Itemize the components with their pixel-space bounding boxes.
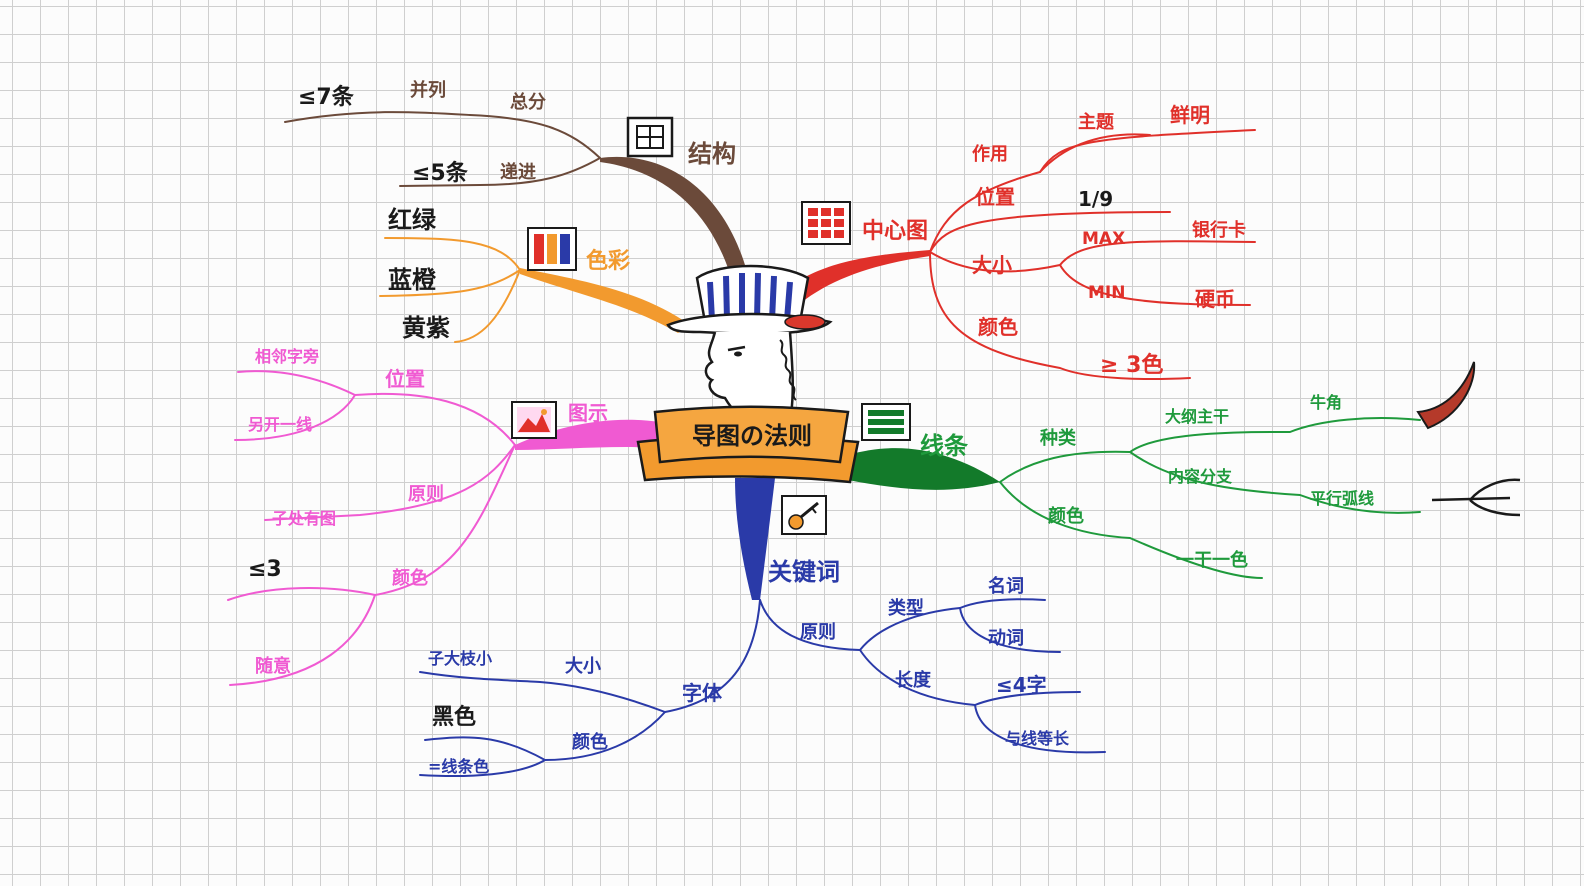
- central-figure: 导图の法则: [636, 264, 860, 484]
- center-size-min-v: 硬币: [1195, 287, 1235, 311]
- center-position-v: 1/9: [1078, 187, 1113, 211]
- keyword-font-size: 大小: [565, 655, 601, 677]
- image-principle: 原则: [408, 483, 444, 505]
- structure-sub1: 总分: [510, 91, 546, 113]
- structure-sub1-a: 并列: [410, 79, 446, 101]
- center-size: 大小: [972, 253, 1012, 277]
- color-branch-label: 色彩: [586, 248, 630, 274]
- center-role-sub: [1039, 133, 1151, 173]
- keyword-type-b: 动词: [988, 628, 1024, 649]
- keyword-font-color-b: =线条色: [428, 757, 489, 776]
- lines-kind: 种类: [1039, 427, 1077, 449]
- image-principle-v: 子处有图: [272, 509, 336, 528]
- structure-sub2-a: ≤5条: [412, 160, 469, 186]
- center-color: 颜色: [978, 315, 1018, 339]
- keyword-length-b: 与线等长: [1005, 729, 1070, 748]
- keyword-principle: 原则: [800, 621, 836, 643]
- keyword-length-line: [859, 649, 1081, 707]
- center-image-grid-icon: [801, 201, 851, 245]
- color-line-3: [454, 269, 521, 343]
- center-role-b: 鲜明: [1170, 103, 1210, 127]
- lines-label: 线条: [920, 432, 969, 460]
- color-palette-icon: [527, 227, 577, 271]
- picture-icon: [511, 401, 557, 439]
- center-size-max: MAX: [1082, 229, 1125, 249]
- center-role-a: 主题: [1078, 111, 1115, 133]
- center-position-line: [929, 211, 1171, 253]
- lines-kind-b-v: 平行弧线: [1310, 489, 1374, 508]
- structure-sub1-b: ≤7条: [298, 84, 355, 110]
- key-icon: [781, 495, 827, 535]
- color-item-0: 红绿: [388, 206, 437, 234]
- keyword-font: 字体: [682, 681, 723, 705]
- bull-horn-icon: [1416, 361, 1476, 430]
- mindmap-canvas: 导图の法则 结构 总分 并列 ≤7条 递进 ≤5条 色彩 红绿 蓝橙 黄紫 中心…: [0, 0, 1584, 886]
- keyword-type: 类型: [888, 597, 924, 619]
- center-size-min: MIN: [1088, 283, 1125, 303]
- mindmap-svg: 导图の法则 结构 总分 并列 ≤7条 递进 ≤5条 色彩 红绿 蓝橙 黄紫 中心…: [227, 79, 1521, 778]
- image-position: 位置: [385, 367, 425, 391]
- lines-color-v: 一干一色: [1176, 549, 1248, 571]
- lines-kind-b: 内容分支: [1168, 467, 1233, 486]
- structure-icon: [626, 116, 674, 158]
- structure-sub2: 递进: [500, 161, 536, 183]
- keyword-label: 关键词: [768, 558, 840, 586]
- image-color-a: ≤3: [248, 557, 282, 582]
- image-branch-label: 图示: [568, 401, 608, 425]
- keyword-length-a: ≤4字: [996, 673, 1047, 697]
- image-color-b-line: [229, 594, 376, 686]
- center-role: 作用: [972, 143, 1008, 165]
- parallel-arcs-icon: [1431, 478, 1521, 517]
- keyword-type-a: 名词: [988, 575, 1024, 597]
- image-color-b: 随意: [255, 655, 291, 677]
- color-item-2: 黄紫: [402, 314, 450, 342]
- structure-line-1: [284, 111, 601, 159]
- center-image-label: 中心图: [862, 219, 928, 244]
- center-banner-text: 导图の法则: [692, 422, 812, 450]
- lines-kind-a-v: 牛角: [1310, 393, 1342, 412]
- keyword-font-size-v: 子大枝小: [428, 649, 492, 668]
- center-position: 位置: [975, 185, 1015, 209]
- lines-kind-a: 大纲主干: [1165, 407, 1229, 426]
- lines-icon: [861, 403, 911, 441]
- color-main-branch: [520, 268, 690, 333]
- image-position-b: 另开一线: [248, 415, 312, 434]
- keyword-font-color-a: 黑色: [432, 704, 476, 730]
- center-size-max-v: 银行卡: [1192, 219, 1246, 241]
- keyword-font-color: 颜色: [572, 731, 608, 753]
- image-color: 颜色: [392, 567, 428, 589]
- keyword-length: 长度: [895, 669, 932, 691]
- lines-color: 颜色: [1048, 505, 1084, 527]
- structure-label: 结构: [688, 140, 736, 168]
- image-position-a: 相邻字旁: [255, 347, 319, 366]
- center-color-v: ≥ 3色: [1100, 352, 1163, 378]
- color-item-1: 蓝橙: [388, 266, 437, 294]
